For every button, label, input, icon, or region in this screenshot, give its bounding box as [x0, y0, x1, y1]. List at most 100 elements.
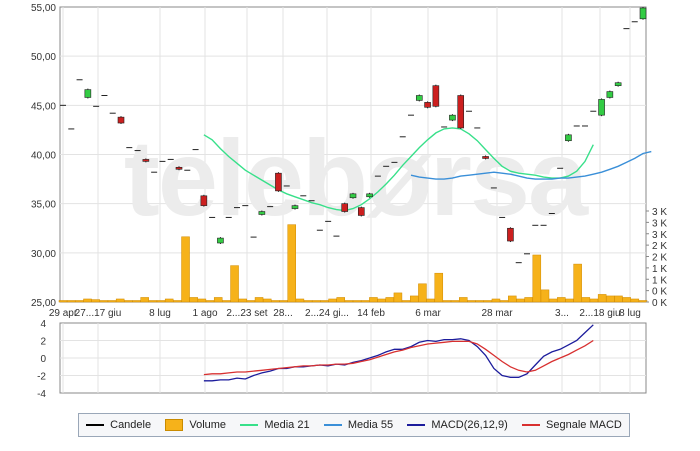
candle-down — [142, 159, 150, 162]
candle-up — [217, 237, 224, 244]
legend-line-swatch — [323, 424, 342, 426]
candle-down — [424, 102, 431, 108]
legend-item: Segnale MACD — [522, 419, 622, 431]
x-tick-label: 8 lug — [149, 308, 171, 319]
volume-tick-label: 1 K — [652, 264, 667, 275]
volume-tick-label: 3 K — [652, 230, 667, 241]
volume-bar — [361, 300, 370, 303]
volume-bar — [638, 300, 648, 303]
volume-bar — [124, 300, 133, 303]
volume-bar — [401, 300, 411, 303]
x-tick-label: 27...17 giu — [75, 308, 122, 319]
volume-bar — [336, 297, 345, 303]
volume-bar — [410, 295, 419, 303]
volume-tick-label: 3 K — [652, 218, 667, 229]
volume-bar — [303, 300, 313, 303]
watermark-text: telebørsa — [124, 117, 589, 238]
x-tick-label: 2...23 set — [226, 308, 267, 319]
volume-bar — [328, 298, 337, 303]
volume-bar — [320, 300, 329, 303]
volume-bar — [491, 298, 501, 303]
volume-bar — [173, 300, 182, 303]
candle-down — [507, 227, 514, 242]
volume-bar — [91, 299, 100, 303]
volume-bar — [434, 272, 444, 303]
volume-bar — [132, 300, 141, 303]
macd-tick-label: 2 — [40, 337, 46, 348]
candle-up — [606, 91, 614, 98]
volume-bar — [540, 289, 550, 303]
stock-chart: 55,0050,0045,0040,0035,0030,0025,0029 ap… — [31, 3, 667, 400]
volume-bar — [450, 300, 460, 303]
volume-bar — [140, 297, 149, 303]
volume-bar — [499, 300, 509, 303]
volume-bar — [66, 300, 76, 303]
volume-bar — [295, 298, 305, 303]
volume-bar — [230, 265, 239, 303]
volume-bar — [197, 298, 207, 303]
x-tick-label: 28 mar — [481, 308, 513, 319]
volume-bar — [107, 300, 117, 303]
volume-tick-label: 1 K — [652, 275, 667, 286]
legend-item: Media 21 — [240, 419, 310, 431]
volume-bar — [205, 300, 215, 303]
price-tick-label: 40,00 — [31, 151, 56, 162]
volume-bar — [99, 300, 109, 303]
volume-bar — [459, 297, 468, 303]
candle-up — [598, 99, 605, 116]
legend-line-swatch — [522, 424, 541, 426]
x-tick-label: 2...18 giu — [579, 308, 620, 319]
volume-bar — [254, 297, 264, 303]
candle-down — [275, 172, 282, 192]
price-tick-label: 50,00 — [31, 52, 56, 63]
macd-tick-label: -4 — [37, 389, 46, 400]
volume-bar — [467, 300, 476, 303]
volume-bar — [622, 297, 631, 303]
x-tick-label: 6 mar — [415, 308, 441, 319]
volume-bar — [508, 295, 517, 303]
legend-item: Volume — [165, 419, 226, 431]
x-tick-label: 8 lug — [619, 308, 641, 319]
candle-down — [357, 207, 365, 216]
volume-bar — [377, 298, 386, 303]
candle-up — [639, 7, 647, 20]
candle-down — [341, 203, 349, 212]
volume-bar — [271, 300, 280, 303]
volume-bar — [369, 297, 378, 303]
volume-bar — [606, 295, 615, 303]
volume-bar — [58, 300, 68, 303]
candle-down — [457, 95, 465, 129]
x-tick-label: 29 apr — [49, 308, 78, 319]
volume-bar — [189, 297, 198, 303]
price-tick-label: 45,00 — [31, 101, 56, 112]
x-tick-label: 2...24 gi... — [305, 308, 349, 319]
volume-bar — [442, 300, 452, 303]
legend-label: Media 55 — [347, 419, 394, 431]
legend-item: Candele — [86, 419, 151, 431]
volume-bar — [156, 300, 166, 303]
volume-tick-label: 0 K — [652, 287, 667, 298]
price-tick-label: 55,00 — [31, 3, 56, 14]
volume-bar — [630, 298, 640, 303]
volume-tick-label: 2 K — [652, 241, 667, 252]
volume-bar — [181, 236, 190, 303]
legend-item: MACD(26,12,9) — [407, 419, 508, 431]
candle-up — [449, 114, 456, 121]
volume-bar — [311, 300, 321, 303]
x-tick-label: 14 feb — [357, 308, 385, 319]
candle-up — [258, 211, 266, 215]
volume-bar — [589, 298, 599, 303]
volume-bar — [597, 294, 607, 303]
x-tick-label: 3... — [555, 308, 569, 319]
legend-label: MACD(26,12,9) — [431, 419, 508, 431]
legend-label: Candele — [110, 419, 152, 431]
legend-line-swatch — [240, 424, 259, 426]
volume-bar — [213, 297, 223, 303]
x-tick-label: 28... — [273, 308, 292, 319]
legend-label: Media 21 — [264, 419, 310, 431]
legend-line-swatch — [407, 424, 426, 426]
candle-up — [84, 89, 92, 98]
price-tick-label: 30,00 — [31, 249, 56, 260]
legend-line-swatch — [86, 424, 105, 426]
volume-tick-label: 0 K — [652, 298, 667, 309]
